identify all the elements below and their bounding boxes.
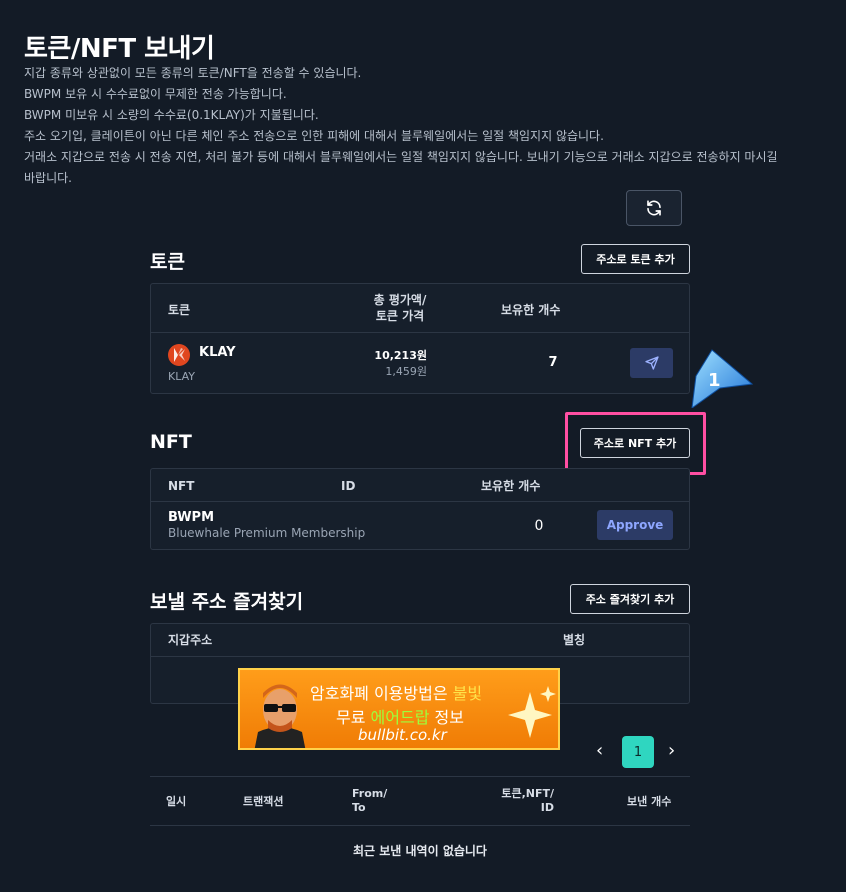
token-section-title: 토큰 [150, 251, 185, 273]
nft-section-title: NFT [150, 431, 192, 453]
nft-fullname: Bluewhale Premium Membership [168, 526, 366, 540]
token-price: 1,459원 [385, 365, 427, 378]
nft-name: BWPM [168, 510, 215, 525]
holding-column-header: 보유한 개수 [481, 479, 541, 493]
notice-line: 지갑 종류와 상관없이 모든 종류의 토큰/NFT을 전송할 수 있습니다. [24, 66, 362, 80]
divider [150, 825, 690, 826]
ad-highlight: 불빛 [452, 684, 483, 703]
notice-line: 거래소 지갑으로 전송 시 전송 지연, 처리 불가 등에 대해서 블루웨일에서… [24, 150, 778, 164]
divider [150, 776, 690, 777]
nft-column-header: NFT [168, 479, 195, 493]
token-table: 토큰 총 평가액/ 토큰 가격 보유한 개수 KLAY KLAY 10,213원… [150, 283, 690, 394]
prev-page-button[interactable]: ‹ [596, 740, 603, 761]
date-column-header: 일시 [166, 795, 187, 808]
refresh-icon [647, 200, 661, 216]
ad-text: 암호화폐 이용방법은 불빛 [310, 684, 483, 703]
ad-banner[interactable]: 암호화폐 이용방법은 불빛 무료 에어드랍 정보 bullbit.co.kr [238, 668, 560, 750]
ad-url: bullbit.co.kr [358, 726, 447, 744]
id-column-header: ID [341, 479, 356, 493]
notice-line: 바랍니다. [24, 171, 72, 185]
nft-count: 0 [534, 518, 544, 534]
nft-table: NFT ID 보유한 개수 BWPM Bluewhale Premium Mem… [150, 468, 690, 550]
notice-line: BWPM 보유 시 수수료없이 무제한 전송 가능합니다. [24, 87, 287, 101]
send-token-button[interactable] [630, 348, 673, 378]
alias-column-header: 별칭 [563, 633, 586, 647]
page-title: 토큰/NFT 보내기 [24, 34, 215, 64]
avatar-icon [254, 684, 306, 748]
step-number: 1 [708, 370, 721, 391]
favorites-section-title: 보낼 주소 즐겨찾기 [150, 591, 304, 613]
refresh-button[interactable] [626, 190, 682, 226]
empty-history-message: 최근 보낸 내역이 없습니다 [353, 844, 487, 858]
klay-logo-icon [168, 344, 190, 366]
step-badge: 1 [690, 348, 754, 410]
divider [151, 656, 689, 657]
sent-count-column-header: 보낸 개수 [627, 795, 672, 808]
ad-text: 무료 에어드랍 정보 [336, 708, 464, 727]
notice-list: 지갑 종류와 상관없이 모든 종류의 토큰/NFT을 전송할 수 있습니다. B… [24, 63, 824, 189]
add-favorite-button[interactable]: 주소 즐겨찾기 추가 [570, 584, 690, 614]
divider [151, 501, 689, 502]
value-column-header: 총 평가액/ 토큰 가격 [373, 293, 427, 323]
next-page-button[interactable]: › [668, 740, 675, 761]
send-icon [644, 356, 659, 370]
ad-highlight: 에어드랍 [370, 708, 430, 727]
address-column-header: 지갑주소 [168, 633, 213, 647]
add-token-button[interactable]: 주소로 토큰 추가 [581, 244, 690, 274]
sparkle-icon [508, 686, 556, 738]
token-count: 7 [548, 355, 558, 370]
from-to-column-header: From/ To [352, 787, 388, 814]
notice-line: BWPM 미보유 시 소량의 수수료(0.1KLAY)가 지불됩니다. [24, 108, 319, 122]
transaction-column-header: 트랜잭션 [243, 795, 284, 808]
token-symbol: KLAY [199, 345, 236, 360]
token-total-value: 10,213원 [374, 349, 427, 362]
notice-line: 주소 오기입, 클레이튼이 아닌 다른 체인 주소 전송으로 인한 피해에 대해… [24, 129, 604, 143]
divider [151, 332, 689, 333]
token-name: KLAY [168, 370, 195, 383]
page-number-current[interactable]: 1 [622, 736, 654, 768]
highlight-annotation [565, 412, 706, 475]
approve-button[interactable]: Approve [597, 510, 673, 540]
token-column-header: 토큰 [168, 303, 191, 317]
token-id-column-header: 토큰,NFT/ ID [501, 787, 554, 814]
holding-column-header: 보유한 개수 [501, 303, 561, 317]
